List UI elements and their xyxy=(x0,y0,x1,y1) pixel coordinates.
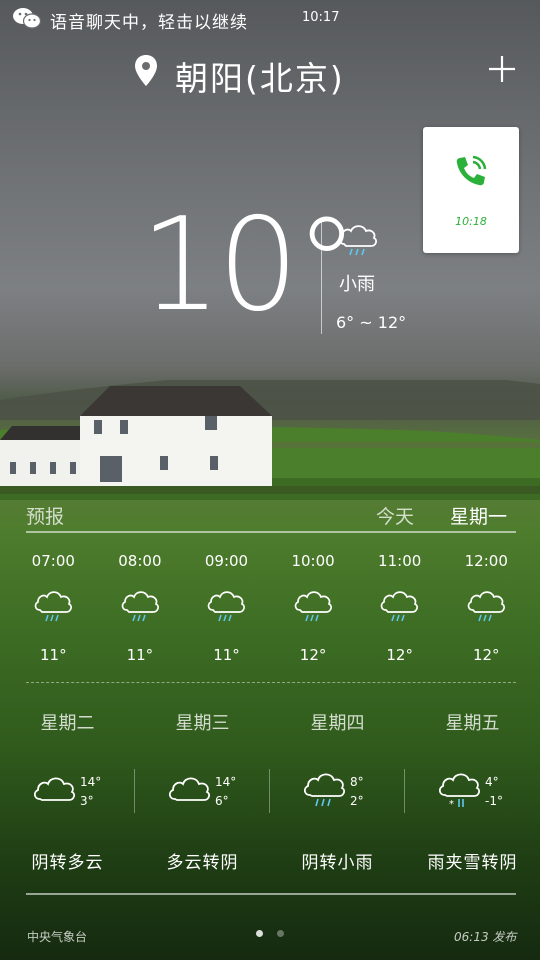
temperature-range: 6° ~ 12° xyxy=(336,313,407,332)
hourly-item: 09:00 11° xyxy=(183,548,270,668)
page-indicator[interactable] xyxy=(277,930,284,937)
light-rain-icon xyxy=(338,225,378,256)
hour-time: 10:00 xyxy=(291,552,335,570)
hour-temperature: 12° xyxy=(472,646,500,664)
call-floating-window[interactable]: 10:18 xyxy=(423,127,519,253)
day-description: 雨夹雪转阴 xyxy=(427,853,518,873)
daily-item: 星期三 14° 6° 多云转阴 xyxy=(135,705,270,885)
phone-call-icon xyxy=(456,155,487,186)
day-description: 阴转小雨 xyxy=(301,853,374,873)
daily-item: 星期五 * 4° -1° 雨夹雪转阴 xyxy=(405,705,540,885)
hour-temperature: 11° xyxy=(126,646,154,664)
divider xyxy=(26,682,516,683)
tab-today[interactable]: 今天 xyxy=(376,502,414,529)
hour-time: 07:00 xyxy=(31,552,75,570)
status-bar[interactable]: 语音聊天中，轻击以继续 10:17 xyxy=(0,0,540,36)
hourly-item: 11:00 12° xyxy=(356,548,443,668)
hourly-forecast[interactable]: 07:00 11° 08:00 11° 09:00 11° 10:00 12° … xyxy=(10,548,530,668)
location-pin-icon xyxy=(135,55,157,86)
day-high: 14° xyxy=(215,775,237,789)
wechat-icon xyxy=(13,8,42,29)
hour-time: 11:00 xyxy=(378,552,422,570)
daily-item: 星期二 14° 3° 阴转多云 xyxy=(0,705,135,885)
hour-time: 09:00 xyxy=(204,552,249,570)
day-description: 多云转阴 xyxy=(166,853,239,873)
forecast-label: 预报 xyxy=(26,506,65,528)
voice-chat-status[interactable]: 语音聊天中，轻击以继续 xyxy=(50,8,248,33)
rain-cloud-icon xyxy=(294,591,332,622)
day-name: 星期二 xyxy=(40,713,95,734)
tab-weekday[interactable]: 星期一 xyxy=(450,502,507,529)
rain-cloud-icon xyxy=(381,591,419,622)
rain-cloud-icon xyxy=(121,591,159,622)
hour-temperature: 11° xyxy=(40,646,67,664)
day-low: -1° xyxy=(485,794,503,808)
day-high: 4° xyxy=(485,775,499,789)
day-high: 8° xyxy=(350,775,364,789)
background-house-image xyxy=(0,380,540,500)
hourly-item: 12:00 12° xyxy=(443,548,530,668)
rain-cloud-icon xyxy=(467,591,505,622)
hour-time: 12:00 xyxy=(464,552,508,570)
page-indicator-active[interactable] xyxy=(256,930,263,937)
day-name: 星期三 xyxy=(175,713,230,734)
current-temperature: 10° xyxy=(140,191,359,340)
cloud-icon xyxy=(33,777,76,801)
rain-cloud-icon xyxy=(303,773,346,807)
daily-forecast[interactable]: 星期二 14° 3° 阴转多云 星期三 14° 6° 多云转阴 星期四 8° 2… xyxy=(0,705,540,885)
hour-temperature: 12° xyxy=(299,646,327,664)
hour-temperature: 12° xyxy=(386,646,413,664)
data-source: 中央气象台 xyxy=(27,930,88,944)
day-description: 阴转多云 xyxy=(31,853,104,873)
hour-time: 08:00 xyxy=(118,552,162,570)
location-title[interactable]: 朝阳(北京) xyxy=(175,52,345,100)
day-name: 星期五 xyxy=(445,713,500,734)
current-condition: 小雨 xyxy=(339,274,375,295)
location-header: 朝阳(北京) xyxy=(0,52,540,98)
sleet-cloud-icon: * xyxy=(438,773,481,809)
publish-time: 06:13 发布 xyxy=(454,930,517,944)
hourly-item: 08:00 11° xyxy=(97,548,184,668)
plus-icon[interactable] xyxy=(487,54,517,84)
divider xyxy=(26,531,516,533)
hourly-item: 07:00 11° xyxy=(10,548,97,668)
daily-item: 星期四 8° 2° 阴转小雨 xyxy=(270,705,405,885)
divider xyxy=(321,222,322,334)
divider xyxy=(26,893,516,895)
day-name: 星期四 xyxy=(310,713,365,734)
svg-text:*: * xyxy=(449,799,454,809)
day-low: 6° xyxy=(215,794,229,808)
hour-temperature: 11° xyxy=(213,646,240,664)
day-high: 14° xyxy=(80,775,102,789)
call-duration: 10:18 xyxy=(455,215,487,228)
rain-cloud-icon xyxy=(207,591,246,622)
status-time: 10:17 xyxy=(302,10,340,25)
day-low: 2° xyxy=(350,794,364,808)
day-low: 3° xyxy=(80,794,94,808)
rain-cloud-icon xyxy=(34,591,72,622)
hourly-item: 10:00 12° xyxy=(270,548,357,668)
cloud-icon xyxy=(168,777,211,801)
